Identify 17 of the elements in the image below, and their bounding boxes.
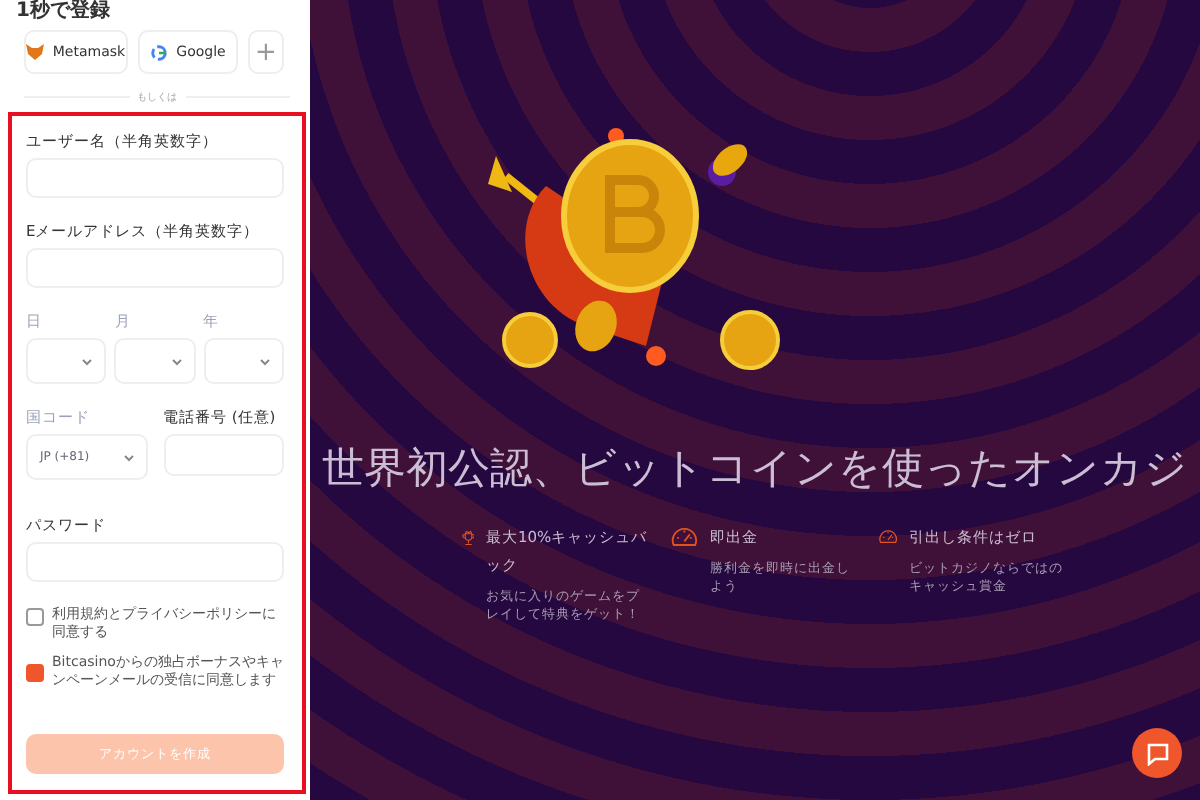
chevron-down-icon	[123, 453, 133, 461]
chat-button[interactable]	[1132, 728, 1182, 778]
hero-headline: 世界初公認、ビットコインを使ったオンカジ	[322, 442, 1188, 496]
select-field[interactable]	[26, 338, 107, 384]
chat-icon	[1145, 741, 1169, 765]
chevron-down-icon	[259, 357, 270, 365]
select-field[interactable]	[114, 338, 196, 384]
form-title: 1秒で登録	[14, 0, 112, 24]
fox-icon	[26, 44, 45, 60]
chevron-down-icon	[82, 357, 93, 365]
select-field[interactable]	[203, 338, 284, 384]
gauge-icon	[669, 524, 698, 548]
checkbox[interactable]	[26, 608, 44, 626]
gauge-icon	[877, 524, 898, 548]
chevron-down-icon	[171, 357, 182, 365]
checkbox[interactable]	[26, 664, 44, 682]
google-g-icon	[150, 43, 169, 61]
